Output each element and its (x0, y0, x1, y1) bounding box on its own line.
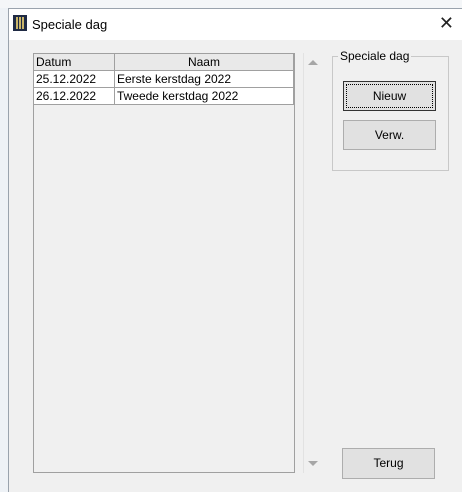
speciale-dag-dialog: Speciale dag ✕ Datum Naam 25.12.2022 Eer… (8, 8, 462, 492)
cell-naam: Tweede kerstdag 2022 (114, 88, 294, 105)
cell-datum: 25.12.2022 (34, 71, 115, 88)
vertical-scrollbar[interactable] (303, 53, 320, 473)
table-row[interactable]: 26.12.2022 Tweede kerstdag 2022 (34, 88, 294, 105)
background-strip (0, 0, 462, 8)
cell-datum: 26.12.2022 (34, 88, 115, 105)
table-header: Datum Naam (34, 54, 294, 71)
chevron-down-icon[interactable] (308, 461, 318, 466)
new-button[interactable]: Nieuw (343, 81, 436, 111)
title-bar: Speciale dag ✕ (9, 9, 462, 40)
table-row[interactable]: 25.12.2022 Eerste kerstdag 2022 (34, 71, 294, 88)
chevron-up-icon[interactable] (308, 60, 318, 65)
focus-rectangle (346, 84, 433, 108)
back-button[interactable]: Terug (342, 448, 435, 479)
close-icon[interactable]: ✕ (439, 13, 454, 33)
special-days-table[interactable]: Datum Naam 25.12.2022 Eerste kerstdag 20… (33, 53, 295, 473)
app-icon (13, 15, 27, 31)
window-title: Speciale dag (32, 17, 108, 32)
cell-naam: Eerste kerstdag 2022 (114, 71, 294, 88)
group-label: Speciale dag (338, 49, 412, 63)
delete-button-label: Verw. (374, 128, 405, 142)
back-button-label: Terug (373, 456, 404, 470)
delete-button[interactable]: Verw. (343, 120, 436, 150)
column-header-datum[interactable]: Datum (34, 54, 115, 71)
speciale-dag-group: Speciale dag Nieuw Verw. (332, 49, 449, 171)
column-header-naam[interactable]: Naam (114, 54, 294, 71)
